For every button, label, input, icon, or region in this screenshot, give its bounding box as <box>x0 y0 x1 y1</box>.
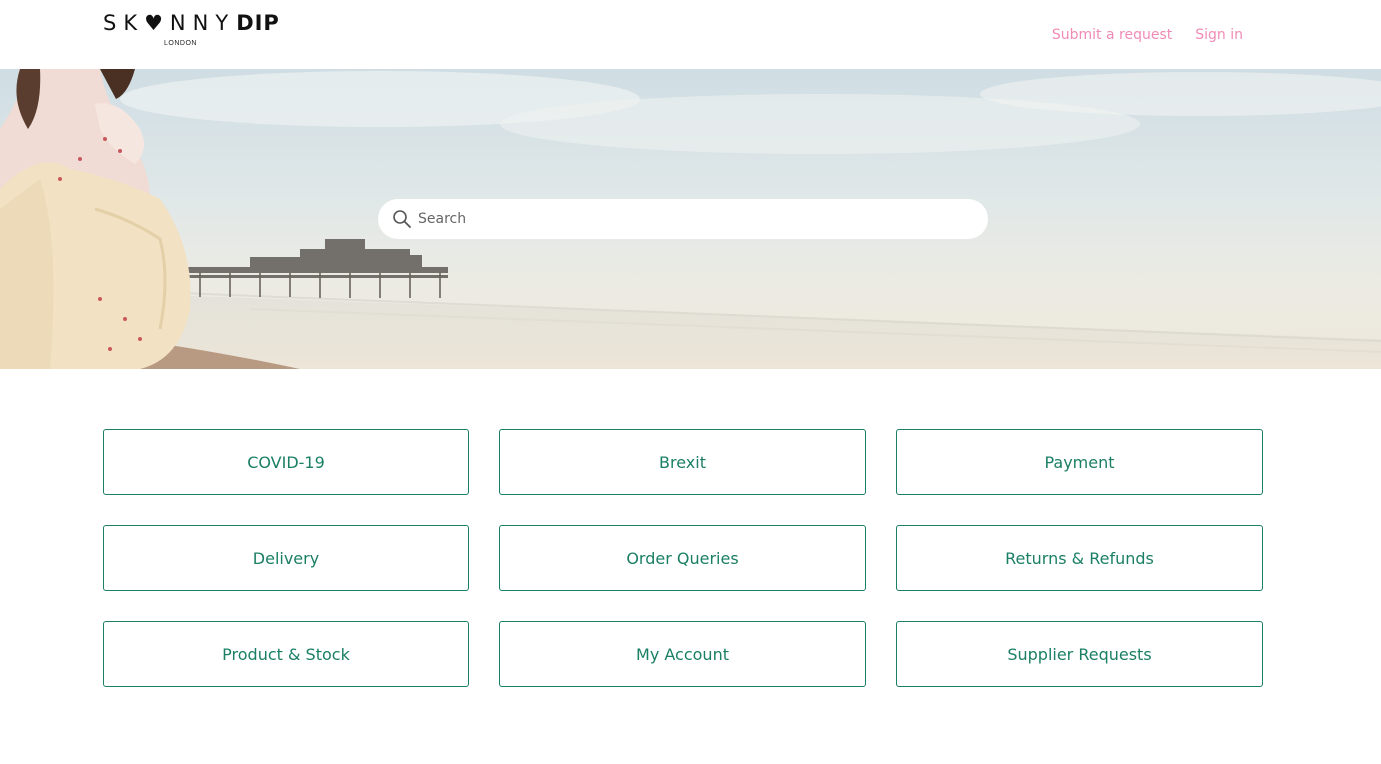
hero-banner <box>0 69 1381 369</box>
category-my-account[interactable]: My Account <box>499 621 866 687</box>
search-input[interactable] <box>418 204 958 234</box>
search-bar[interactable] <box>378 199 988 239</box>
logo-wordmark: SK♥NNY DIP <box>103 11 280 35</box>
category-order-queries[interactable]: Order Queries <box>499 525 866 591</box>
category-delivery[interactable]: Delivery <box>103 525 469 591</box>
logo-subtitle: LONDON <box>164 40 197 47</box>
category-payment[interactable]: Payment <box>896 429 1263 495</box>
brand-logo[interactable]: SK♥NNY DIP LONDON <box>103 11 279 53</box>
category-brexit[interactable]: Brexit <box>499 429 866 495</box>
top-nav: Submit a request Sign in <box>1052 26 1243 44</box>
category-supplier-requests[interactable]: Supplier Requests <box>896 621 1263 687</box>
submit-request-link[interactable]: Submit a request <box>1052 26 1172 44</box>
logo-dip: DIP <box>236 11 280 35</box>
site-header: SK♥NNY DIP LONDON Submit a request Sign … <box>0 0 1381 69</box>
category-product-stock[interactable]: Product & Stock <box>103 621 469 687</box>
category-grid: COVID-19 Brexit Payment Delivery Order Q… <box>103 429 1263 687</box>
sign-in-link[interactable]: Sign in <box>1195 26 1243 44</box>
search-icon <box>392 209 412 229</box>
category-covid-19[interactable]: COVID-19 <box>103 429 469 495</box>
category-returns-refunds[interactable]: Returns & Refunds <box>896 525 1263 591</box>
logo-skinny: SK♥NNY <box>103 11 236 35</box>
